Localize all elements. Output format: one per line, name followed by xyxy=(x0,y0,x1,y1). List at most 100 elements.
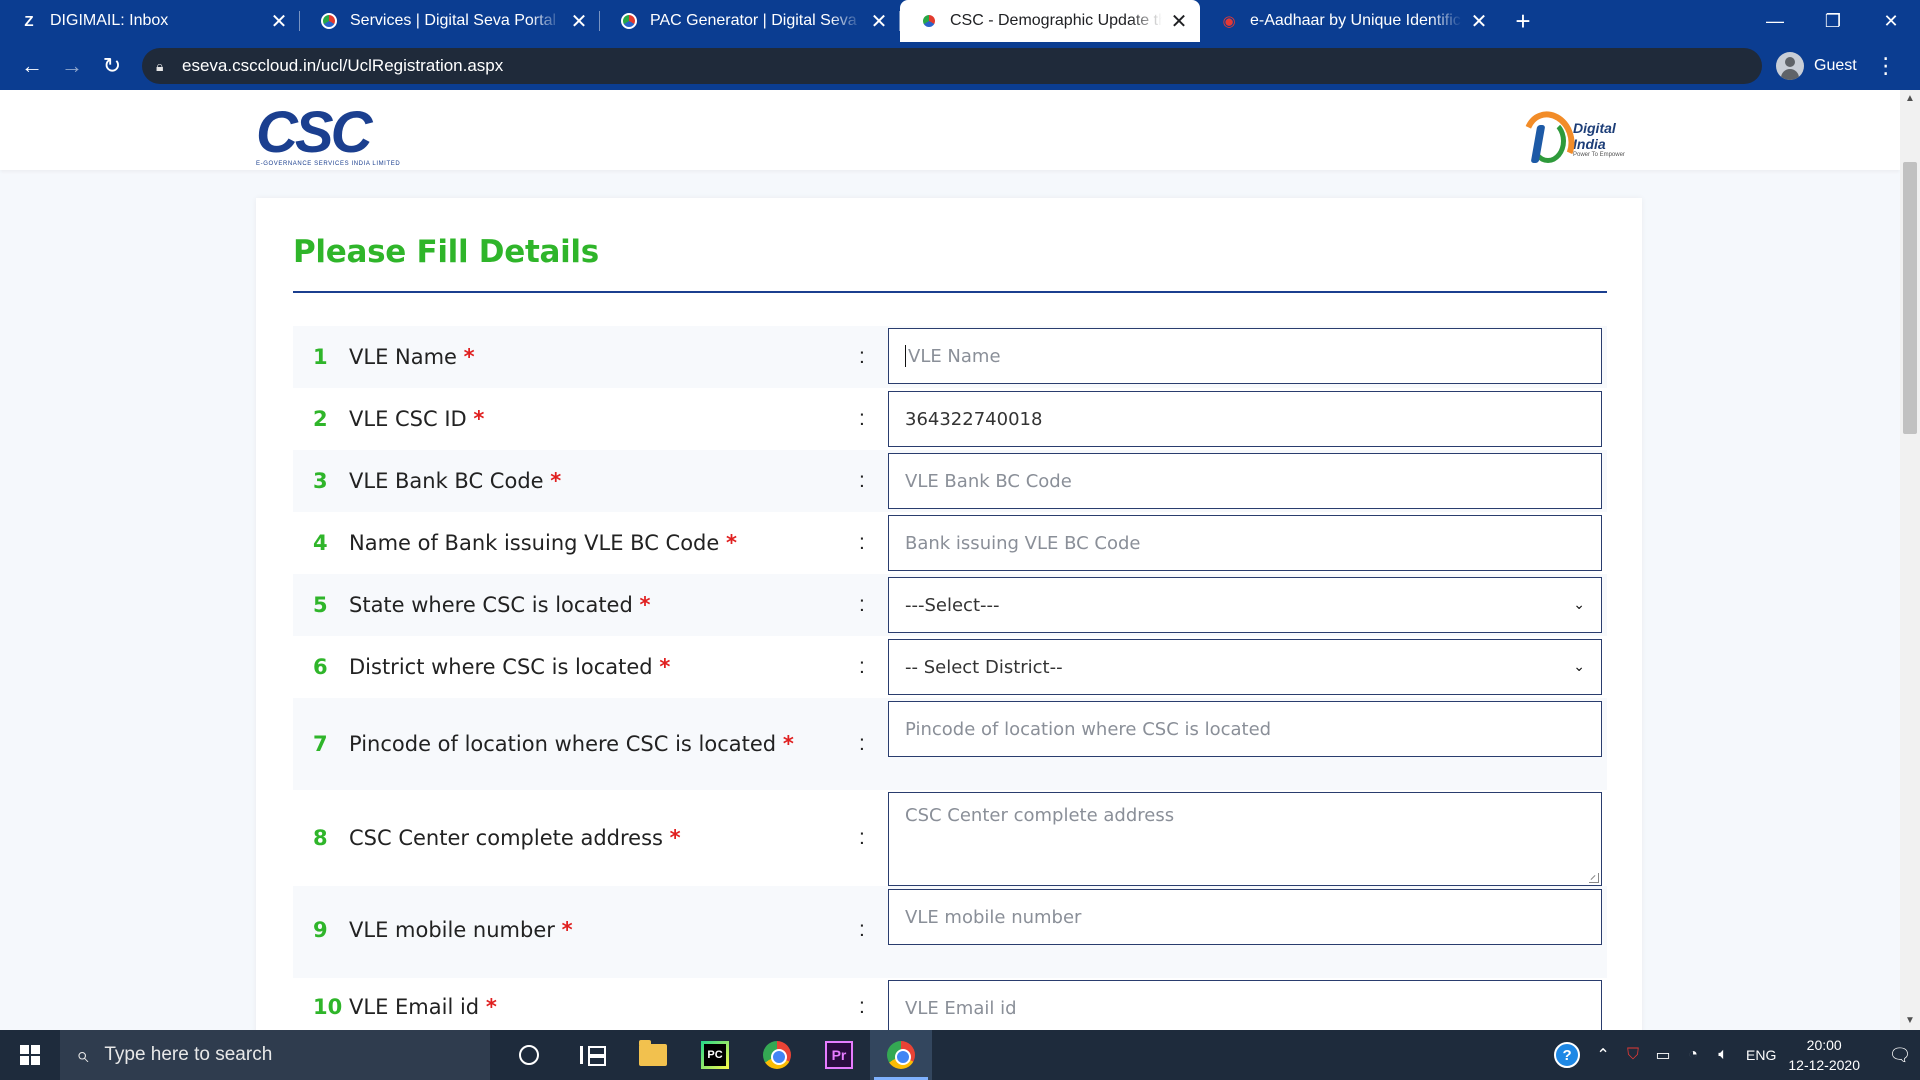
row-number: 5 xyxy=(313,593,328,617)
district-select[interactable]: -- Select District-- ⌄ xyxy=(888,639,1602,695)
row-number: 4 xyxy=(313,531,328,555)
more-menu-icon[interactable]: ⋮ xyxy=(1875,53,1897,79)
language-indicator[interactable]: ENG xyxy=(1746,1047,1776,1063)
tab-services[interactable]: Services | Digital Seva Portal - CSC ✕ xyxy=(300,0,600,42)
window-close-icon[interactable]: ✕ xyxy=(1862,0,1920,42)
details-form-card: Please Fill Details 1 VLE Name * : VLE N… xyxy=(256,198,1642,1030)
tab-pac-generator[interactable]: PAC Generator | Digital Seva Portal ✕ xyxy=(600,0,900,42)
form-row-vle-csc-id: 2 VLE CSC ID * : 364322740018 xyxy=(293,388,1607,450)
chrome-icon xyxy=(763,1041,791,1069)
windows-logo-icon xyxy=(20,1045,40,1065)
tab-title: DIGIMAIL: Inbox xyxy=(50,12,169,29)
back-arrow-icon[interactable]: ← xyxy=(12,46,52,86)
row-number: 9 xyxy=(313,918,328,942)
colon-separator: : xyxy=(859,345,865,368)
scroll-down-icon[interactable]: ▼ xyxy=(1900,1012,1920,1030)
taskbar-search-box[interactable]: ⌕ Type here to search xyxy=(60,1030,490,1080)
close-icon[interactable]: ✕ xyxy=(1168,9,1190,34)
shield-icon[interactable]: ⛉ xyxy=(1618,1046,1648,1064)
tab-digimail[interactable]: Z DIGIMAIL: Inbox ✕ xyxy=(0,0,300,42)
forward-arrow-icon[interactable]: → xyxy=(52,46,92,86)
mobile-number-input[interactable]: VLE mobile number xyxy=(888,889,1602,945)
tab-title: PAC Generator | Digital Seva Portal xyxy=(650,12,862,29)
browser-tab-strip: Z DIGIMAIL: Inbox ✕ Services | Digital S… xyxy=(0,0,1920,42)
address-bar[interactable]: 🔒︎ eseva.csccloud.in/ucl/UclRegistration… xyxy=(142,48,1762,84)
url-text: eseva.csccloud.in/ucl/UclRegistration.as… xyxy=(182,56,504,75)
new-tab-button[interactable]: + xyxy=(1500,0,1546,42)
battery-icon[interactable]: ▭ xyxy=(1648,1045,1678,1065)
tab-title: CSC - Demographic Update through xyxy=(950,12,1162,29)
chrome-guest-button[interactable] xyxy=(870,1030,932,1080)
row-number: 3 xyxy=(313,469,328,493)
close-icon[interactable]: ✕ xyxy=(568,9,590,34)
csc-logo-text: CSC xyxy=(256,100,372,165)
digital-india-logo: Digital India Power To Empower xyxy=(1515,104,1645,176)
form-row-bank-bc-code: 3 VLE Bank BC Code * : VLE Bank BC Code xyxy=(293,450,1607,512)
notification-icon[interactable]: 🗨︎ xyxy=(1880,1030,1920,1080)
file-explorer-icon xyxy=(639,1040,667,1066)
state-select-value: ---Select--- xyxy=(905,594,1000,616)
district-select-value: -- Select District-- xyxy=(905,656,1063,678)
system-tray: ? ⌃ ⛉ ▭ ◔ 🔈︎ ENG 20:00 12-12-2020 🗨︎ xyxy=(1554,1030,1920,1080)
vle-name-input[interactable]: VLE Name xyxy=(888,328,1602,384)
chrome-button[interactable] xyxy=(746,1030,808,1080)
tab-demographic-update[interactable]: CSC - Demographic Update through ✕ xyxy=(900,0,1200,42)
premiere-button[interactable]: Pr xyxy=(808,1030,870,1080)
cortana-icon xyxy=(519,1045,539,1065)
minimize-icon[interactable]: — xyxy=(1746,0,1804,42)
colon-separator: : xyxy=(859,995,865,1018)
file-explorer-button[interactable] xyxy=(622,1030,684,1080)
csc-favicon-icon xyxy=(620,12,638,30)
premiere-icon: Pr xyxy=(825,1041,853,1069)
state-select[interactable]: ---Select--- ⌄ xyxy=(888,577,1602,633)
page-scrollbar[interactable]: ▲ ▼ xyxy=(1900,90,1920,1030)
profile-button[interactable]: Guest xyxy=(1776,52,1857,80)
colon-separator: : xyxy=(859,826,865,849)
bank-bc-code-input[interactable]: VLE Bank BC Code xyxy=(888,453,1602,509)
colon-separator: : xyxy=(859,469,865,492)
reload-icon[interactable]: ↻ xyxy=(92,46,132,86)
field-label: VLE Email id * xyxy=(349,995,497,1019)
search-icon: ⌕ xyxy=(76,1042,89,1067)
text-cursor xyxy=(905,345,906,367)
form-row-vle-name: 1 VLE Name * : VLE Name xyxy=(293,326,1607,388)
pincode-input[interactable]: Pincode of location where CSC is located xyxy=(888,701,1602,757)
resize-handle-icon[interactable] xyxy=(1589,873,1599,883)
bank-name-input[interactable]: Bank issuing VLE BC Code xyxy=(888,515,1602,571)
close-icon[interactable]: ✕ xyxy=(268,9,290,34)
chevron-up-icon[interactable]: ⌃ xyxy=(1588,1045,1618,1065)
site-header: CSC E-GOVERNANCE SERVICES INDIA LIMITED … xyxy=(0,90,1900,176)
task-view-button[interactable] xyxy=(560,1030,622,1080)
avatar-icon xyxy=(1776,52,1804,80)
close-icon[interactable]: ✕ xyxy=(1468,9,1490,34)
form-row-bank-name: 4 Name of Bank issuing VLE BC Code * : B… xyxy=(293,512,1607,574)
help-icon[interactable]: ? xyxy=(1554,1042,1581,1068)
start-button[interactable] xyxy=(0,1030,60,1080)
restore-icon[interactable]: ❐ xyxy=(1804,0,1862,42)
vle-csc-id-input[interactable]: 364322740018 xyxy=(888,391,1602,447)
field-label: District where CSC is located * xyxy=(349,655,671,679)
clock[interactable]: 20:00 12-12-2020 xyxy=(1788,1035,1860,1075)
close-icon[interactable]: ✕ xyxy=(868,9,890,34)
email-input[interactable]: VLE Email id xyxy=(888,980,1602,1030)
volume-icon[interactable]: 🔈︎ xyxy=(1708,1046,1738,1064)
field-label: VLE Bank BC Code * xyxy=(349,469,562,493)
cortana-button[interactable] xyxy=(498,1030,560,1080)
csc-logo-subtitle: E-GOVERNANCE SERVICES INDIA LIMITED xyxy=(256,161,401,167)
tab-e-aadhaar[interactable]: ◉ e-Aadhaar by Unique Identification ✕ xyxy=(1200,0,1500,42)
csc-favicon-icon xyxy=(920,12,938,30)
title-divider xyxy=(293,291,1607,293)
page-viewport: CSC E-GOVERNANCE SERVICES INDIA LIMITED … xyxy=(0,90,1920,1030)
scroll-up-icon[interactable]: ▲ xyxy=(1900,90,1920,108)
field-label: Pincode of location where CSC is located… xyxy=(349,732,794,756)
pycharm-button[interactable]: PC xyxy=(684,1030,746,1080)
clock-date: 12-12-2020 xyxy=(1788,1057,1860,1073)
csc-logo[interactable]: CSC E-GOVERNANCE SERVICES INDIA LIMITED xyxy=(256,100,424,170)
address-textarea[interactable]: CSC Center complete address xyxy=(888,792,1602,886)
wifi-icon[interactable]: ◔ xyxy=(1678,1046,1708,1064)
row-number: 10 xyxy=(313,995,343,1019)
colon-separator: : xyxy=(859,407,865,430)
row-number: 2 xyxy=(313,407,328,431)
field-label: State where CSC is located * xyxy=(349,593,651,617)
scrollbar-thumb[interactable] xyxy=(1903,162,1917,434)
